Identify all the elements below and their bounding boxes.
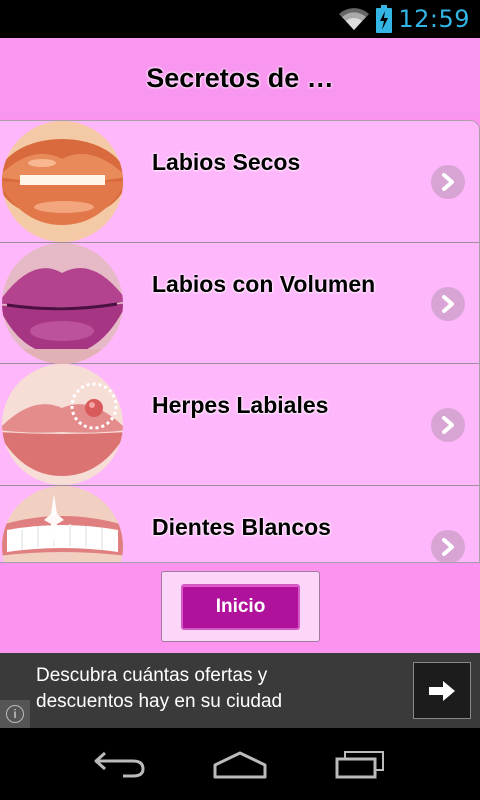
list-item[interactable]: Dientes Blancos (0, 485, 479, 562)
chevron-right-icon (431, 165, 465, 199)
content-area: Labios Secos Labios con Volumen Herpes L… (0, 118, 480, 653)
list-item-label: Labios Secos (152, 149, 301, 175)
home-icon[interactable] (210, 744, 270, 784)
chevron-right-icon (431, 286, 465, 321)
list-item[interactable]: Labios Secos (0, 121, 479, 243)
ad-text: Descubra cuántas ofertas y descuentos ha… (36, 663, 396, 715)
page-title: Secretos de … (146, 62, 334, 93)
chevron-right-icon (431, 529, 465, 562)
ad-banner[interactable]: Descubra cuántas ofertas y descuentos ha… (0, 653, 480, 728)
list-item-label: Herpes Labiales (152, 392, 329, 418)
list-item-label: Labios con Volumen (152, 270, 376, 297)
back-icon[interactable] (90, 744, 150, 784)
battery-charging-icon (376, 5, 393, 33)
status-icons: 12:59 (338, 4, 470, 34)
list-item-thumbnail (2, 121, 123, 242)
status-clock: 12:59 (398, 5, 470, 33)
list-item[interactable]: Herpes Labiales (0, 364, 479, 486)
inicio-button-frame: Inicio (161, 571, 320, 642)
chevron-right-icon (431, 408, 465, 442)
wifi-icon (338, 7, 370, 31)
arrow-right-icon (429, 680, 455, 701)
list-item-thumbnail (2, 242, 123, 364)
navigation-bar (0, 728, 480, 800)
app-header: Secretos de … (0, 38, 480, 118)
ad-text-line1: Descubra cuántas ofertas y (36, 665, 268, 686)
list-item-thumbnail (2, 364, 123, 485)
ad-text-line2: descuentos hay en su ciudad (36, 691, 283, 712)
status-bar: 12:59 (0, 0, 480, 38)
list-item-label: Dientes Blancos (152, 513, 331, 540)
recent-apps-icon[interactable] (330, 744, 390, 784)
info-icon[interactable]: i (0, 700, 30, 728)
list-item[interactable]: Labios con Volumen (0, 242, 479, 364)
ad-arrow-button[interactable] (413, 662, 471, 719)
list-item-thumbnail (2, 485, 123, 562)
inicio-button[interactable]: Inicio (181, 584, 300, 630)
topics-list[interactable]: Labios Secos Labios con Volumen Herpes L… (0, 120, 480, 563)
